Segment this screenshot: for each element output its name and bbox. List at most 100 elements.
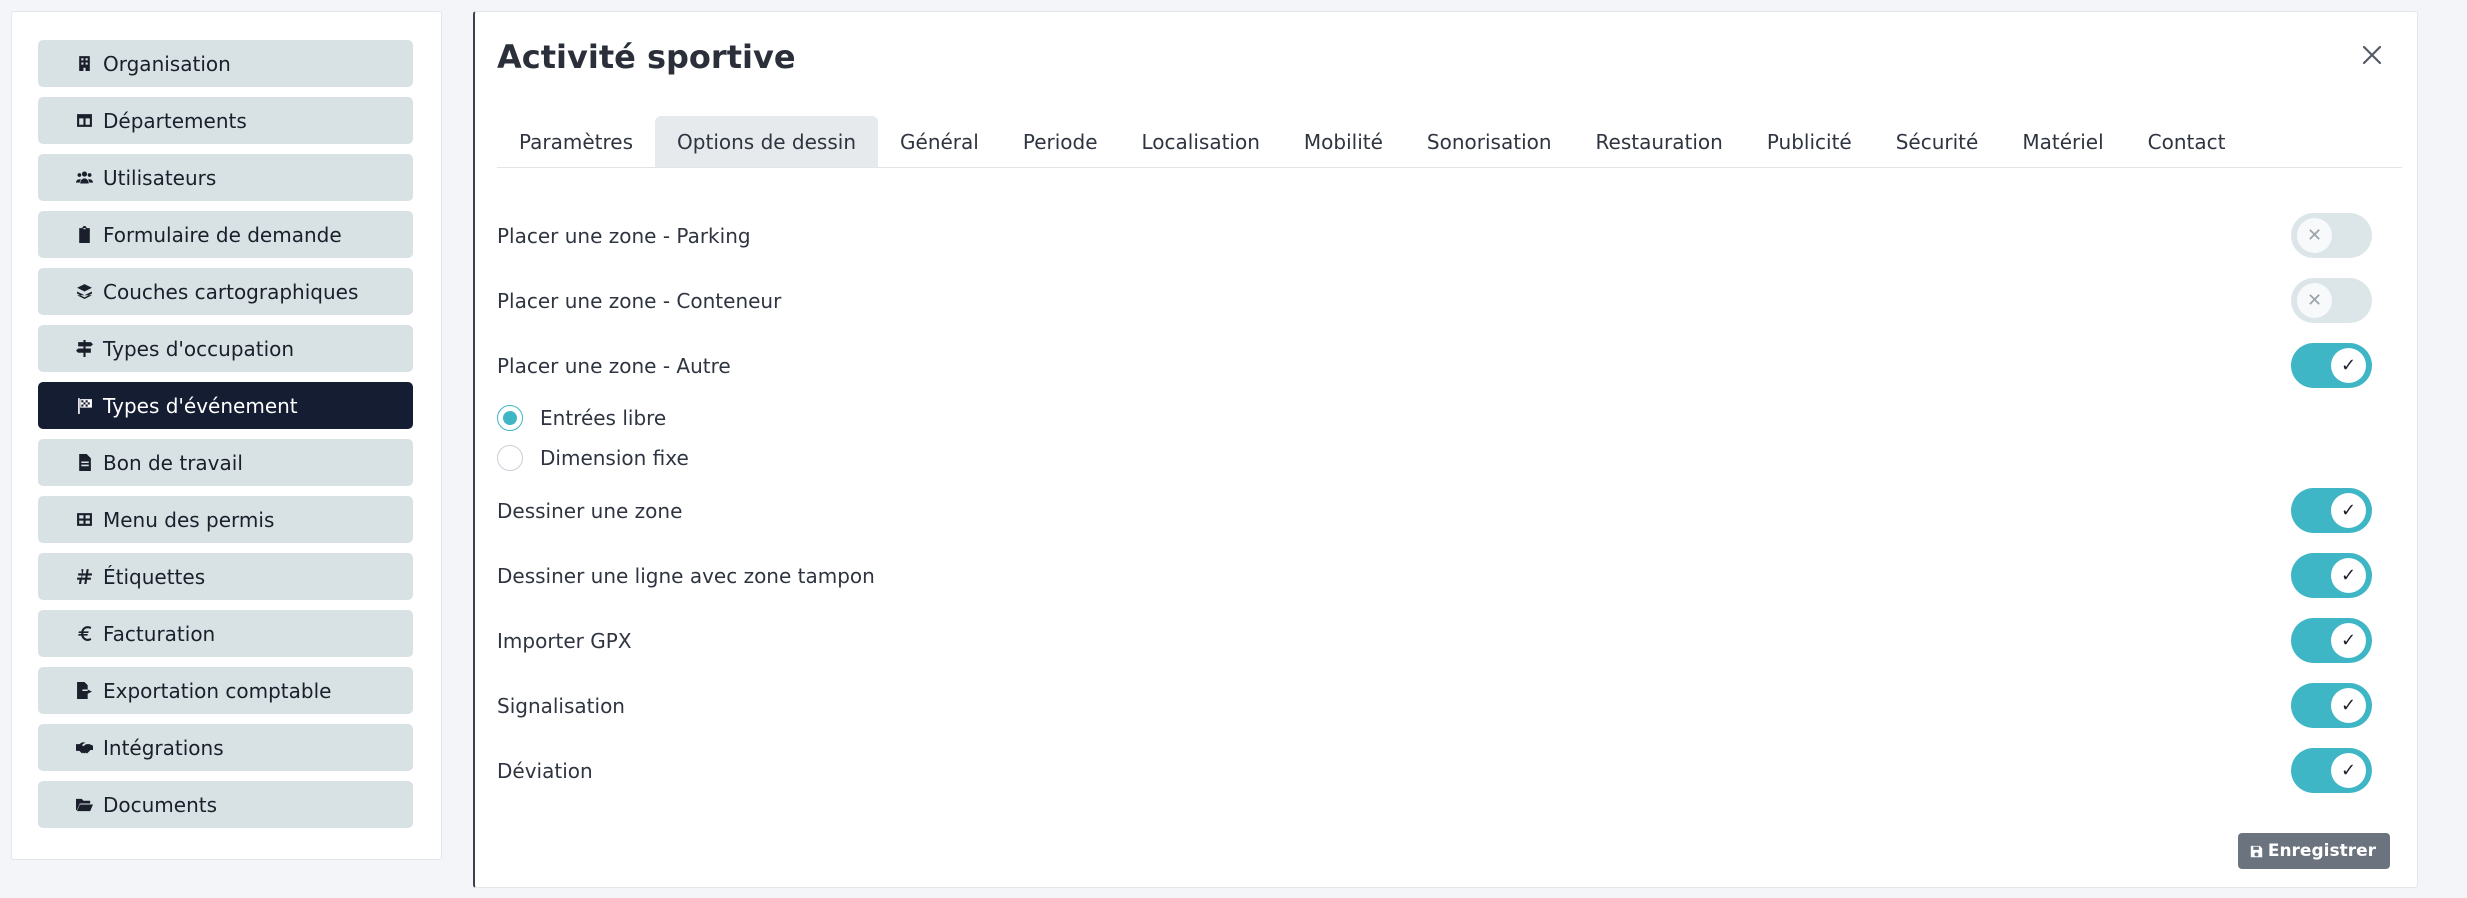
sidebar-item-label: Formulaire de demande — [103, 222, 342, 247]
option-row-signalisation: Signalisation ✓ — [497, 673, 2402, 738]
sidebar-item-menu-des-permis[interactable]: Menu des permis — [38, 496, 413, 543]
tab-localisation[interactable]: Localisation — [1120, 116, 1282, 167]
grid-icon — [76, 511, 93, 528]
option-row-dessiner-zone: Dessiner une zone ✓ — [497, 478, 2402, 543]
sidebar-item-label: Intégrations — [103, 735, 224, 760]
hashtag-icon — [76, 568, 93, 585]
x-icon: ✕ — [2297, 218, 2332, 253]
toggle-signalisation[interactable]: ✓ — [2291, 683, 2372, 728]
radio-button[interactable] — [497, 445, 523, 471]
sidebar-item-label: Utilisateurs — [103, 165, 217, 190]
sidebar-item-label: Types d'occupation — [103, 336, 295, 361]
settings-sidebar: Organisation Départements Utilisateurs F… — [11, 11, 442, 860]
sidebar-item-exportation-comptable[interactable]: Exportation comptable — [38, 667, 413, 714]
radio-dimension-fixe[interactable]: Dimension fixe — [497, 438, 2402, 478]
sidebar-item-label: Étiquettes — [103, 564, 206, 589]
check-icon: ✓ — [2331, 558, 2366, 593]
option-label: Dessiner une ligne avec zone tampon — [497, 563, 875, 588]
sidebar-item-organisation[interactable]: Organisation — [38, 40, 413, 87]
option-label: Déviation — [497, 758, 593, 783]
tab-securite[interactable]: Sécurité — [1874, 116, 2001, 167]
sidebar-item-types-d-occupation[interactable]: Types d'occupation — [38, 325, 413, 372]
sidebar-item-utilisateurs[interactable]: Utilisateurs — [38, 154, 413, 201]
radio-button[interactable] — [497, 405, 523, 431]
handshake-icon — [76, 739, 93, 756]
option-label: Placer une zone - Parking — [497, 223, 751, 248]
radio-label: Entrées libre — [540, 406, 667, 430]
tab-restauration[interactable]: Restauration — [1574, 116, 1745, 167]
sidebar-item-label: Types d'événement — [103, 393, 298, 418]
close-button[interactable] — [2355, 38, 2389, 72]
option-row-parking: Placer une zone - Parking ✕ — [497, 203, 2402, 268]
toggle-deviation[interactable]: ✓ — [2291, 748, 2372, 793]
option-row-ligne-zone-tampon: Dessiner une ligne avec zone tampon ✓ — [497, 543, 2402, 608]
layers-icon — [76, 283, 93, 300]
sidebar-item-etiquettes[interactable]: Étiquettes — [38, 553, 413, 600]
option-row-importer-gpx: Importer GPX ✓ — [497, 608, 2402, 673]
check-icon: ✓ — [2331, 348, 2366, 383]
save-button[interactable]: Enregistrer — [2237, 833, 2390, 869]
sidebar-item-label: Organisation — [103, 51, 231, 76]
tab-sonorisation[interactable]: Sonorisation — [1405, 116, 1574, 167]
sidebar-item-facturation[interactable]: Facturation — [38, 610, 413, 657]
radio-label: Dimension fixe — [540, 446, 689, 470]
x-icon: ✕ — [2297, 283, 2332, 318]
sidebar-item-types-d-evenement[interactable]: Types d'événement — [38, 382, 413, 429]
drawing-options: Placer une zone - Parking ✕ Placer une z… — [497, 203, 2402, 803]
sidebar-item-formulaire-de-demande[interactable]: Formulaire de demande — [38, 211, 413, 258]
option-label: Dessiner une zone — [497, 498, 683, 523]
tab-parametres[interactable]: Paramètres — [497, 116, 655, 167]
sidebar-item-documents[interactable]: Documents — [38, 781, 413, 828]
file-export-icon — [76, 682, 93, 699]
file-icon — [76, 454, 93, 471]
option-row-conteneur: Placer une zone - Conteneur ✕ — [497, 268, 2402, 333]
check-icon: ✓ — [2331, 688, 2366, 723]
sidebar-item-departements[interactable]: Départements — [38, 97, 413, 144]
signpost-icon — [76, 340, 93, 357]
sidebar-item-bon-de-travail[interactable]: Bon de travail — [38, 439, 413, 486]
sidebar-item-label: Menu des permis — [103, 507, 275, 532]
option-label: Signalisation — [497, 693, 625, 718]
tab-publicite[interactable]: Publicité — [1745, 116, 1874, 167]
folder-open-icon — [76, 796, 93, 813]
tab-materiel[interactable]: Matériel — [2000, 116, 2125, 167]
euro-icon — [76, 625, 93, 642]
sidebar-item-label: Facturation — [103, 621, 216, 646]
tab-options-de-dessin[interactable]: Options de dessin — [655, 116, 879, 167]
save-icon — [2250, 845, 2263, 857]
clipboard-icon — [76, 226, 93, 243]
save-label: Enregistrer — [2267, 841, 2376, 861]
tab-contact[interactable]: Contact — [2126, 116, 2248, 167]
check-icon: ✓ — [2331, 493, 2366, 528]
sidebar-item-label: Couches cartographiques — [103, 279, 359, 304]
option-label: Placer une zone - Autre — [497, 353, 731, 378]
users-icon — [76, 169, 93, 186]
tab-bar: Paramètres Options de dessin Général Per… — [497, 116, 2402, 168]
table-icon — [76, 112, 93, 129]
sidebar-item-label: Documents — [103, 792, 218, 817]
option-label: Placer une zone - Conteneur — [497, 288, 782, 313]
check-icon: ✓ — [2331, 623, 2366, 658]
toggle-autre[interactable]: ✓ — [2291, 343, 2372, 388]
close-icon — [2362, 45, 2382, 65]
sidebar-item-couches-cartographiques[interactable]: Couches cartographiques — [38, 268, 413, 315]
building-icon — [76, 55, 93, 72]
sidebar-item-label: Exportation comptable — [103, 678, 332, 703]
tab-mobilite[interactable]: Mobilité — [1282, 116, 1405, 167]
tab-periode[interactable]: Periode — [1001, 116, 1120, 167]
option-row-deviation: Déviation ✓ — [497, 738, 2402, 803]
toggle-parking[interactable]: ✕ — [2291, 213, 2372, 258]
tab-general[interactable]: Général — [878, 116, 1001, 167]
event-type-panel: Activité sportive Paramètres Options de … — [473, 11, 2418, 888]
toggle-ligne-zone-tampon[interactable]: ✓ — [2291, 553, 2372, 598]
sidebar-item-label: Bon de travail — [103, 450, 243, 475]
flag-checkered-icon — [76, 397, 93, 414]
toggle-dessiner-zone[interactable]: ✓ — [2291, 488, 2372, 533]
option-label: Importer GPX — [497, 628, 632, 653]
radio-entrees-libre[interactable]: Entrées libre — [497, 398, 2402, 438]
sidebar-item-integrations[interactable]: Intégrations — [38, 724, 413, 771]
check-icon: ✓ — [2331, 753, 2366, 788]
option-row-autre: Placer une zone - Autre ✓ — [497, 333, 2402, 398]
toggle-conteneur[interactable]: ✕ — [2291, 278, 2372, 323]
toggle-importer-gpx[interactable]: ✓ — [2291, 618, 2372, 663]
